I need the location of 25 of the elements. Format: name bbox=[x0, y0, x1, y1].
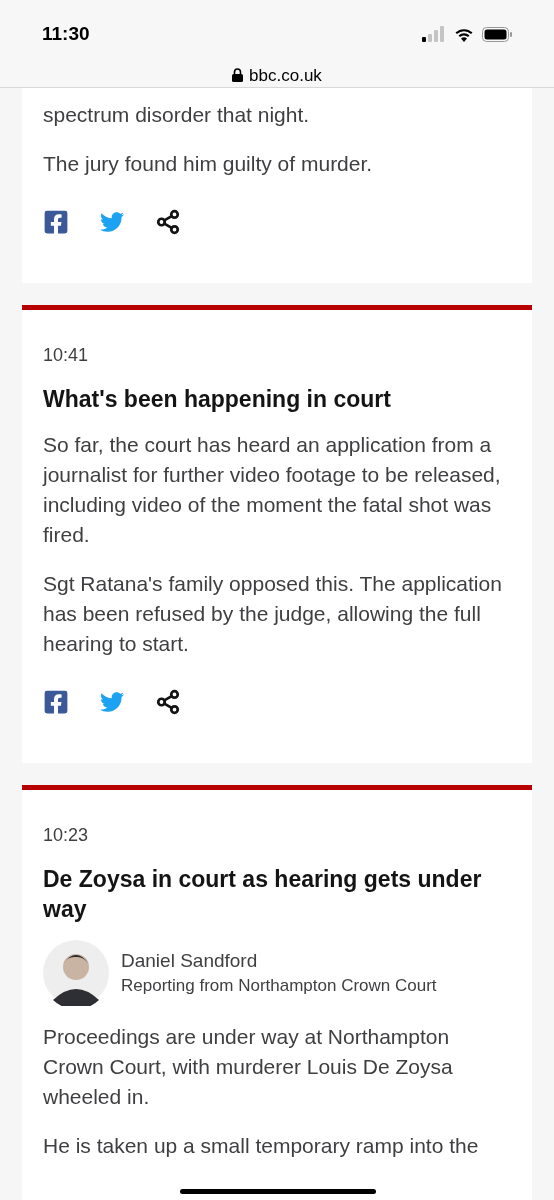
signal-icon bbox=[422, 26, 446, 43]
post-paragraph: Proceedings are under way at Northampton Crown Court, with murderer Louis De Zoysa wheeled in. bbox=[43, 1024, 454, 1110]
facebook-icon[interactable] bbox=[43, 209, 69, 235]
battery-icon bbox=[482, 26, 512, 42]
twitter-icon[interactable] bbox=[99, 210, 125, 234]
share-icon[interactable] bbox=[155, 209, 181, 235]
post-paragraph: Sgt Ratana's family opposed this. The application has been refused by the judge, allowing the full hearing to start. bbox=[43, 571, 503, 657]
avatar bbox=[43, 940, 109, 1006]
post-time: 10:23 bbox=[43, 824, 90, 847]
post-heading: What's been happening in court bbox=[43, 385, 392, 414]
share-icon[interactable] bbox=[155, 689, 181, 715]
post-paragraph: So far, the court has heard an application from a journalist for further video footage to be released, including video of the moment the fatal shot was fired. bbox=[43, 432, 502, 548]
post-paragraph: He is taken up a small temporary ramp into the bbox=[43, 1133, 480, 1159]
status-time: 11:30 bbox=[42, 22, 90, 46]
author-name: Daniel Sandford bbox=[121, 949, 259, 973]
url-text[interactable]: bbc.co.uk bbox=[249, 62, 322, 88]
author-role: Reporting from Northampton Crown Court bbox=[121, 975, 437, 997]
facebook-icon[interactable] bbox=[43, 689, 69, 715]
post-time: 10:41 bbox=[43, 344, 90, 367]
post-paragraph: spectrum disorder that night. bbox=[43, 102, 311, 128]
post-heading: De Zoysa in court as hearing gets under way bbox=[43, 865, 483, 924]
lock-icon bbox=[232, 68, 244, 83]
wifi-icon bbox=[454, 26, 474, 42]
twitter-icon[interactable] bbox=[99, 690, 125, 714]
post-paragraph: The jury found him guilty of murder. bbox=[43, 151, 374, 177]
